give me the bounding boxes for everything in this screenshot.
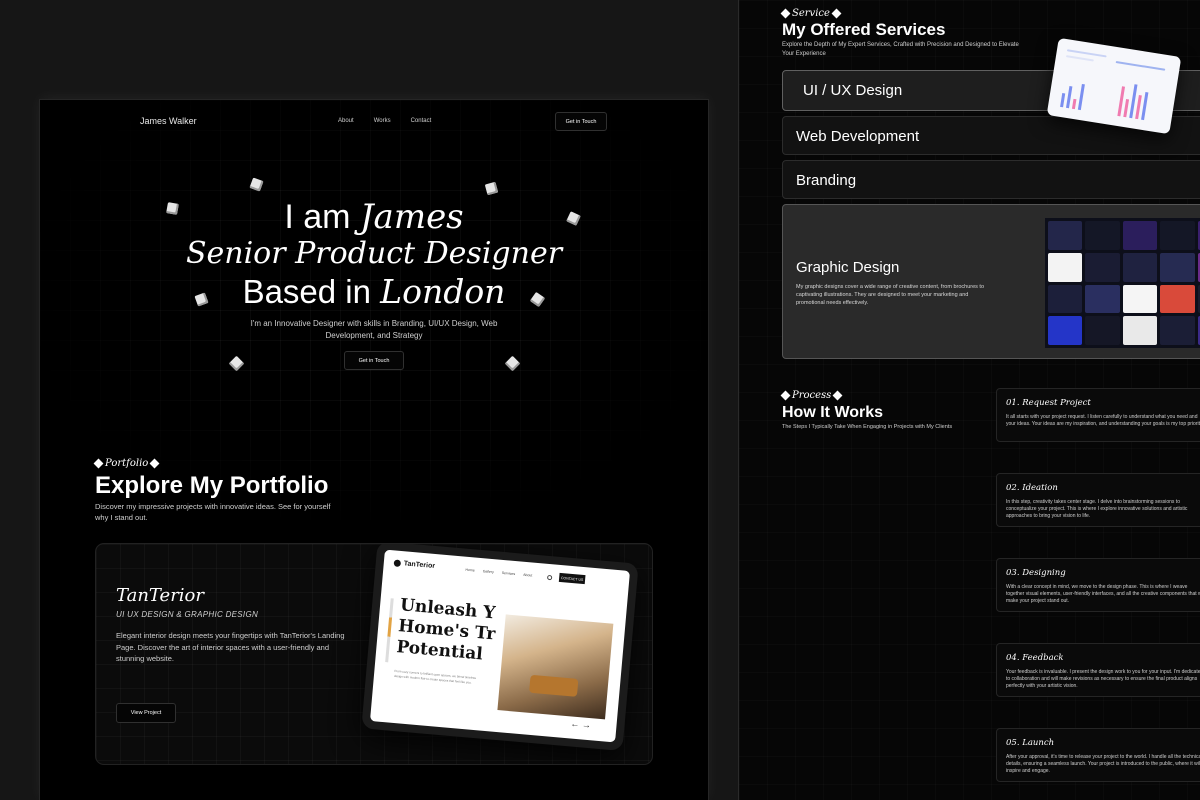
hero-page-mockup: James Walker About Works Contact Get in … [40, 100, 708, 800]
preview-body-text: From cozy corners to brilliant open spac… [393, 668, 477, 685]
portfolio-subtitle: Discover my impressive projects with inn… [95, 502, 331, 522]
step-description: With a clear concept in mind, we move to… [1006, 584, 1200, 604]
hero-heading-line-3: Based in London [40, 272, 708, 311]
preview-nav-item: Services [501, 570, 516, 577]
step-title: 04. Feedback [1006, 653, 1064, 663]
nav-get-in-touch-button[interactable]: Get in Touch [555, 112, 607, 131]
step-description: In this step, creativity takes center st… [1006, 499, 1188, 519]
diamond-icon [149, 458, 160, 469]
diamond-icon [832, 390, 843, 401]
preview-logo-text: TanTerior [403, 560, 436, 571]
project-title: TanTerior [116, 585, 204, 606]
process-step-request-project: 01. Request Project It all starts with y… [996, 388, 1200, 442]
preview-search-icon [546, 574, 553, 581]
tablet-screen: TanTerior Home Gallery Services About CO… [369, 549, 631, 743]
project-card[interactable]: TanTerior UI UX DESIGN & GRAPHIC DESIGN … [95, 543, 653, 765]
service-label: UI / UX Design [803, 82, 903, 99]
service-tag-label: Service [792, 8, 830, 19]
service-item-graphic-design[interactable]: Graphic Design My graphic designs cover … [782, 204, 1200, 359]
view-project-button[interactable]: View Project [116, 703, 176, 723]
brand-name[interactable]: James Walker [140, 116, 197, 126]
nav-link-about[interactable]: About [338, 118, 354, 124]
diamond-icon [831, 8, 842, 19]
step-title: 01. Request Project [1006, 398, 1091, 408]
step-description: It all starts with your project request.… [1006, 414, 1200, 427]
project-description: Elegant interior design meets your finge… [116, 631, 345, 663]
hero-heading-city: London [380, 272, 506, 311]
preview-contact-button: CONTACT US [558, 572, 586, 585]
service-label: Web Development [796, 128, 920, 145]
preview-accent-bars [385, 598, 394, 663]
hero-get-in-touch-button[interactable]: Get in Touch [344, 351, 404, 370]
process-tag-label: Process [792, 390, 832, 401]
process-subtitle: The Steps I Typically Take When Engaging… [782, 424, 953, 430]
preview-nav: Home Gallery Services About [465, 568, 532, 578]
hero-heading-line-2: Senior Product Designer [185, 236, 563, 271]
project-tablet-preview: TanTerior Home Gallery Services About CO… [361, 544, 639, 752]
preview-headline: Unleash Y Home's Tr Potential [396, 595, 498, 666]
diamond-icon [93, 458, 104, 469]
portfolio-title: Explore My Portfolio [95, 472, 329, 499]
nav-link-contact[interactable]: Contact [411, 118, 432, 124]
portfolio-tag-label: Portfolio [105, 458, 149, 469]
preview-nav-item: About [522, 572, 533, 578]
nav-links: About Works Contact [338, 118, 431, 124]
service-description: My graphic designs cover a wide range of… [796, 284, 985, 306]
logo-mark-icon [393, 559, 402, 568]
hero-heading-line-1: I am James [40, 197, 708, 237]
process-title: How It Works [782, 404, 884, 421]
preview-logo: TanTerior [393, 559, 436, 571]
service-section-tag: Service [780, 8, 842, 19]
process-step-feedback: 04. Feedback Your feedback is invaluable… [996, 643, 1200, 697]
nav-link-works[interactable]: Works [374, 118, 391, 124]
diamond-icon [780, 390, 791, 401]
hero-subtitle: I'm an Innovative Designer with skills i… [250, 319, 498, 340]
process-section-tag: Process [780, 390, 843, 401]
hero-heading-name: James [359, 197, 464, 237]
hero-heading-plain: I am [284, 198, 360, 236]
preview-arrow-icons: ← → [570, 718, 592, 731]
portfolio-section-tag: Portfolio [93, 458, 160, 469]
preview-nav-item: Gallery [482, 569, 495, 575]
top-nav: James Walker About Works Contact Get in … [40, 100, 708, 146]
project-category: UI UX DESIGN & GRAPHIC DESIGN [116, 610, 259, 619]
service-label: Graphic Design [796, 259, 900, 276]
preview-nav-item: Home [465, 567, 476, 573]
services-subtitle: Explore the Depth of My Expert Services,… [782, 42, 1019, 57]
step-title: 02. Ideation [1006, 483, 1058, 493]
step-title: 03. Designing [1006, 568, 1066, 578]
graphic-design-collage-image [1045, 218, 1200, 348]
process-step-ideation: 02. Ideation In this step, creativity ta… [996, 473, 1200, 527]
step-title: 05. Launch [1006, 738, 1055, 748]
process-step-designing: 03. Designing With a clear concept in mi… [996, 558, 1200, 612]
process-step-launch: 05. Launch After your approval, it's tim… [996, 728, 1200, 782]
preview-interior-photo [497, 614, 614, 720]
hero-heading-plain: Based in [242, 273, 381, 310]
step-description: Your feedback is invaluable. I present t… [1006, 669, 1200, 689]
diamond-icon [780, 8, 791, 19]
service-label: Branding [796, 172, 857, 189]
step-description: After your approval, it's time to releas… [1006, 754, 1200, 774]
services-title: My Offered Services [782, 20, 946, 39]
service-item-branding[interactable]: Branding [782, 160, 1200, 199]
